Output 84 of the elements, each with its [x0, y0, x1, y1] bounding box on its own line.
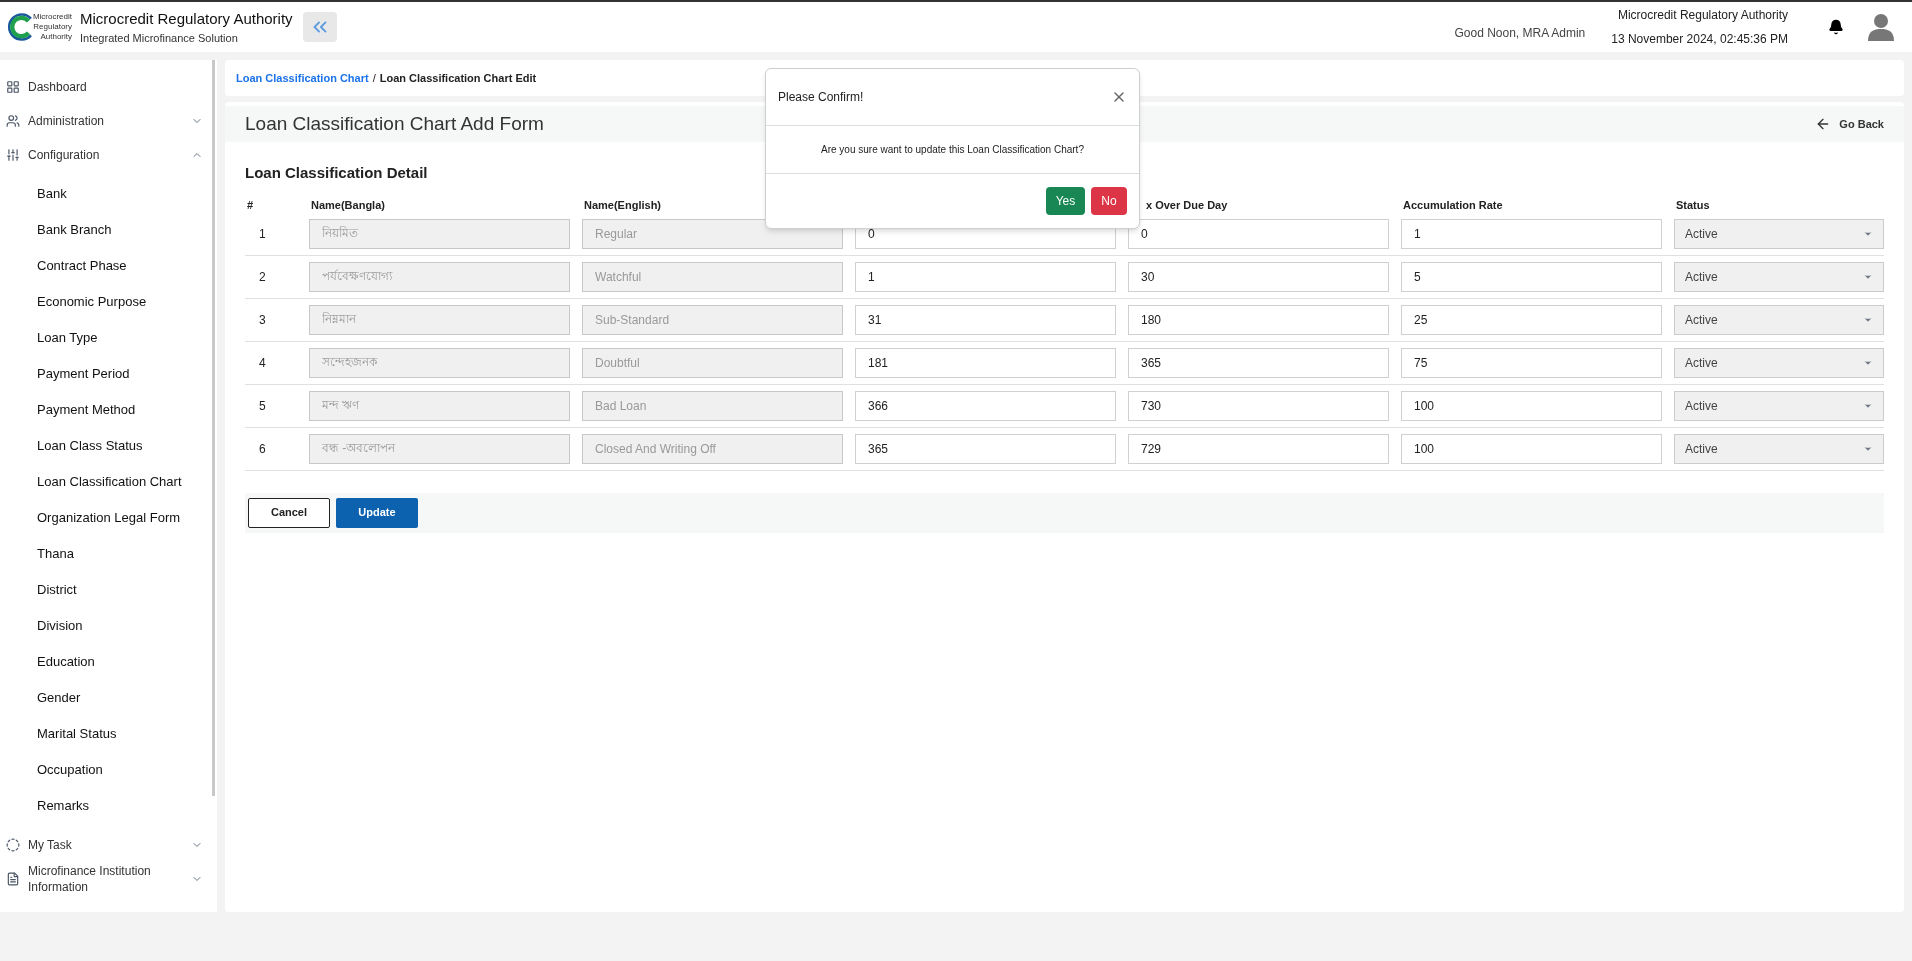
- submenu-item[interactable]: Bank: [0, 176, 217, 212]
- section-title: Loan Classification Detail: [245, 163, 429, 183]
- no-button[interactable]: No: [1091, 187, 1127, 215]
- text-field[interactable]: 730: [1128, 390, 1389, 421]
- breadcrumb-separator: /: [372, 70, 376, 86]
- sidebar-item[interactable]: Microfinance Institution Information: [0, 862, 217, 896]
- row-number: 3: [258, 311, 267, 329]
- text-field[interactable]: 365: [855, 433, 1116, 464]
- submenu-item[interactable]: Occupation: [0, 752, 217, 788]
- submenu-item[interactable]: Loan Type: [0, 320, 217, 356]
- submenu-item[interactable]: Contract Phase: [0, 248, 217, 284]
- submenu-item[interactable]: Payment Period: [0, 356, 217, 392]
- date-time: 13 November 2024, 02:45:36 PM: [1611, 31, 1788, 48]
- column-header: Status: [1676, 198, 1710, 211]
- update-button[interactable]: Update: [336, 497, 418, 528]
- column-header: #: [247, 198, 254, 211]
- submenu-item[interactable]: Marital Status: [0, 716, 217, 752]
- row-number: 5: [258, 397, 267, 415]
- text-field[interactable]: 25: [1401, 304, 1662, 335]
- submenu-item[interactable]: District: [0, 572, 217, 608]
- row-number: 6: [258, 440, 267, 458]
- status-select[interactable]: Active: [1674, 304, 1884, 335]
- submenu-item[interactable]: Division: [0, 608, 217, 644]
- text-field[interactable]: 365: [1128, 347, 1389, 378]
- sidebar-item[interactable]: My Task: [0, 828, 217, 862]
- notification-bell-icon[interactable]: [1828, 19, 1844, 35]
- row-number: 4: [258, 354, 267, 372]
- breadcrumb-link[interactable]: Loan Classification Chart: [236, 69, 369, 87]
- form-title: Loan Classification Chart Add Form: [245, 111, 545, 136]
- text-field[interactable]: 1: [1401, 218, 1662, 249]
- submenu-item[interactable]: Loan Classification Chart: [0, 464, 217, 500]
- submenu-item[interactable]: Gender: [0, 680, 217, 716]
- dialog-message: Are you sure want to update this Loan Classification Chart?: [821, 143, 1084, 157]
- submenu-item[interactable]: Bank Branch: [0, 212, 217, 248]
- text-field[interactable]: 0: [1128, 218, 1389, 249]
- sliders-icon: [6, 148, 20, 162]
- column-header: Name(English): [584, 198, 661, 211]
- sidebar-item[interactable]: Dashboard: [0, 70, 217, 104]
- dialog-title: Please Confirm!: [778, 89, 865, 106]
- submenu-item[interactable]: Loan Class Status: [0, 428, 217, 464]
- document-icon: [6, 872, 20, 886]
- sidebar-item[interactable]: Configuration: [0, 138, 217, 172]
- text-field[interactable]: 100: [1401, 390, 1662, 421]
- column-header: Accumulation Rate: [1403, 198, 1503, 211]
- status-select[interactable]: Active: [1674, 390, 1884, 421]
- text-field[interactable]: 75: [1401, 347, 1662, 378]
- text-field[interactable]: 5: [1401, 261, 1662, 292]
- status-select[interactable]: Active: [1674, 261, 1884, 292]
- cancel-button[interactable]: Cancel: [248, 497, 330, 528]
- sidebar-item[interactable]: Administration: [0, 104, 217, 138]
- dashed-circle-icon: [6, 838, 20, 852]
- users-icon: [6, 114, 20, 128]
- row-number: 1: [258, 225, 267, 243]
- submenu-item[interactable]: Payment Method: [0, 392, 217, 428]
- go-back-button[interactable]: Go Back: [1815, 115, 1884, 133]
- submenu-item[interactable]: Economic Purpose: [0, 284, 217, 320]
- text-field[interactable]: 1: [855, 261, 1116, 292]
- text-field[interactable]: 729: [1128, 433, 1389, 464]
- breadcrumb-current: Loan Classification Chart Edit: [379, 70, 537, 86]
- app-subtitle: Integrated Microfinance Solution: [80, 31, 239, 46]
- submenu-item[interactable]: Thana: [0, 536, 217, 572]
- logo: Microcredit Regulatory Authority: [6, 4, 72, 50]
- text-field[interactable]: 180: [1128, 304, 1389, 335]
- submenu-item[interactable]: Remarks: [0, 788, 217, 824]
- row-number: 2: [258, 268, 267, 286]
- text-field[interactable]: 366: [855, 390, 1116, 421]
- grid-icon: [6, 80, 20, 94]
- greeting-text: Good Noon, MRA Admin: [1454, 25, 1586, 42]
- yes-button[interactable]: Yes: [1046, 187, 1085, 215]
- text-field[interactable]: 181: [855, 347, 1116, 378]
- text-field[interactable]: 31: [855, 304, 1116, 335]
- avatar-icon[interactable]: [1868, 13, 1894, 41]
- collapse-sidebar-button[interactable]: [302, 12, 337, 42]
- app-title: Microcredit Regulatory Authority: [80, 8, 293, 29]
- text-field[interactable]: 100: [1401, 433, 1662, 464]
- submenu-item[interactable]: Education: [0, 644, 217, 680]
- column-header: x Over Due Day: [1146, 198, 1228, 211]
- submenu-item[interactable]: Organization Legal Form: [0, 500, 217, 536]
- status-select[interactable]: Active: [1674, 433, 1884, 464]
- text-field[interactable]: 30: [1128, 261, 1389, 292]
- status-select[interactable]: Active: [1674, 218, 1884, 249]
- column-header: Name(Bangla): [311, 198, 385, 211]
- status-select[interactable]: Active: [1674, 347, 1884, 378]
- org-name: Microcredit Regulatory Authority: [1617, 7, 1788, 24]
